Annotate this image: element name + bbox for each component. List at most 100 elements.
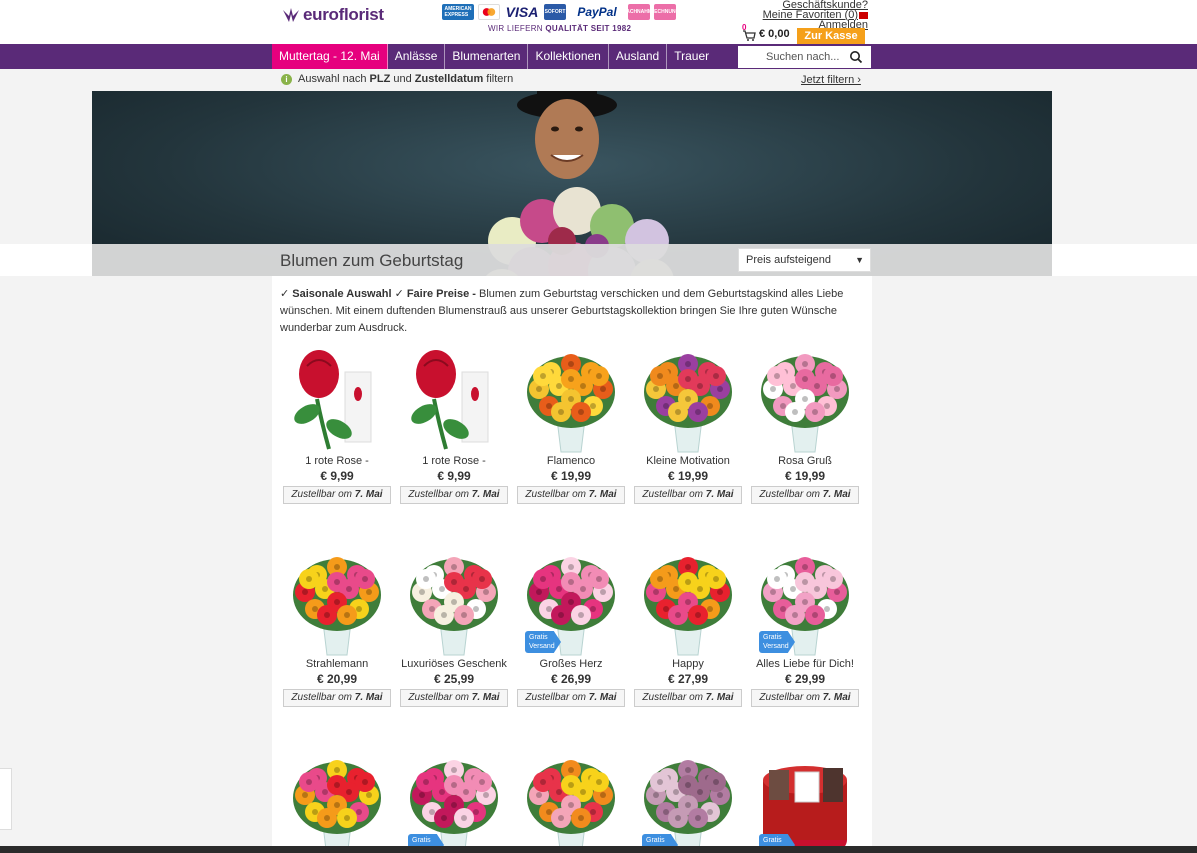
paypal-icon: PayPal xyxy=(577,5,617,19)
free-shipping-badge: Gratis Versand xyxy=(759,631,795,653)
chevron-down-icon: ▼ xyxy=(855,255,864,265)
product-name[interactable]: 1 rote Rose - xyxy=(399,454,509,468)
product-price: € 25,99 xyxy=(433,672,475,686)
nav-item-ausland[interactable]: Ausland xyxy=(609,44,668,69)
product-card[interactable]: Gratis xyxy=(633,750,743,853)
delivery-date-box: Zustellbar om 7. Mai xyxy=(634,486,742,504)
nav-item-muttertag[interactable]: Muttertag - 12. Mai xyxy=(272,44,388,69)
nav-item-anlaesse[interactable]: Anlässe xyxy=(388,44,446,69)
product-name[interactable]: Strahlemann xyxy=(282,657,392,671)
bottom-status-bar xyxy=(0,846,1197,853)
product-card[interactable]: Kleine Motivation € 19,99 Zustellbar om 7.… xyxy=(633,344,743,504)
cart[interactable]: 0 € 0,00 xyxy=(742,23,790,41)
product-card[interactable]: 1 rote Rose - € 9,99 Zustellbar om 7. Mai xyxy=(282,344,392,504)
product-price: € 19,99 xyxy=(784,469,826,483)
product-image[interactable] xyxy=(755,344,855,454)
delivery-date-box: Zustellbar om 7. Mai xyxy=(517,689,625,707)
product-listing: ✓ Saisonale Auswahl ✓ Faire Preise - Blu… xyxy=(272,276,872,853)
nachnahme-icon: NACHNAHME xyxy=(623,4,655,20)
product-name[interactable]: 1 rote Rose - xyxy=(282,454,392,468)
product-name[interactable]: Rosa Gruß xyxy=(750,454,860,468)
hero-band-left xyxy=(0,244,92,276)
page: euroflorist AMERICAN EXPRESS VISA SOFORT… xyxy=(0,0,1197,853)
product-image-orange xyxy=(527,354,615,453)
product-card[interactable]: Gratis xyxy=(399,750,509,853)
product-name[interactable]: Kleine Motivation xyxy=(633,454,743,468)
search-icon[interactable] xyxy=(848,49,864,65)
account-links: Geschäftskunde? Meine Favoriten (0) Anme… xyxy=(752,0,868,31)
hero-band-right xyxy=(1052,244,1197,276)
uk-flag-icon[interactable] xyxy=(859,11,868,19)
product-image[interactable]: Gratis Versand xyxy=(755,547,855,657)
delivery-date-box: Zustellbar om 7. Mai xyxy=(283,689,391,707)
main-nav: Muttertag - 12. Mai Anlässe Blumenarten … xyxy=(0,44,1197,69)
nav-item-blumenarten[interactable]: Blumenarten xyxy=(445,44,529,69)
product-name[interactable]: Luxuriöses Geschenk xyxy=(399,657,509,671)
delivery-date-box: Zustellbar om 7. Mai xyxy=(751,689,859,707)
product-image-happy xyxy=(644,557,732,656)
free-shipping-badge: Gratis Versand xyxy=(525,631,561,653)
delivery-date-box: Zustellbar om 7. Mai xyxy=(634,689,742,707)
cart-icon: 0 xyxy=(742,23,756,41)
product-card[interactable]: Gratis Versand Großes Herz € 26,99 Zustellba… xyxy=(516,547,626,707)
product-name[interactable]: Happy xyxy=(633,657,743,671)
nav-item-kollektionen[interactable]: Kollektionen xyxy=(528,44,609,69)
product-image-luxury xyxy=(410,557,498,656)
amex-icon: AMERICAN EXPRESS xyxy=(442,4,474,20)
product-card[interactable] xyxy=(516,750,626,853)
product-price: € 19,99 xyxy=(550,469,592,483)
delivery-date-box: Zustellbar om 7. Mai xyxy=(517,486,625,504)
filter-info: i Auswahl nach PLZ und Zustelldatum filt… xyxy=(281,73,513,85)
rechnung-icon: RECHNUNG xyxy=(651,4,679,20)
sort-select[interactable]: Preis aufsteigend ▼ xyxy=(738,248,871,272)
filter-now-link[interactable]: Jetzt filtern › xyxy=(801,74,861,86)
product-price: € 20,99 xyxy=(316,672,358,686)
product-image[interactable]: Gratis Versand xyxy=(521,547,621,657)
logo-text: euroflorist xyxy=(303,5,384,24)
cart-total: € 0,00 xyxy=(759,28,790,40)
product-image[interactable] xyxy=(404,547,504,657)
product-price: € 9,99 xyxy=(437,469,471,483)
payment-methods: AMERICAN EXPRESS VISA SOFORT PayPal NACH… xyxy=(442,4,679,20)
product-card[interactable]: Gratis Versand Alles Liebe für Dich! € 29,9… xyxy=(750,547,860,707)
product-card[interactable]: Flamenco € 19,99 Zustellbar om 7. Mai xyxy=(516,344,626,504)
product-name[interactable]: Großes Herz xyxy=(516,657,626,671)
product-card[interactable]: 1 rote Rose - € 9,99 Zustellbar om 7. Mai xyxy=(399,344,509,504)
product-card[interactable]: Gratis xyxy=(750,750,860,853)
checkout-button[interactable]: Zur Kasse xyxy=(797,28,865,44)
product-name[interactable]: Flamenco xyxy=(516,454,626,468)
nav-item-trauer[interactable]: Trauer xyxy=(667,44,716,69)
product-image[interactable] xyxy=(404,344,504,454)
product-price: € 29,99 xyxy=(784,672,826,686)
product-image[interactable]: Gratis xyxy=(755,750,855,853)
product-image-rose xyxy=(411,350,489,450)
side-feedback-tab[interactable] xyxy=(0,768,12,830)
search-box xyxy=(738,46,871,68)
tagline: WIR LIEFERN QUALITÄT SEIT 1982 xyxy=(488,24,632,33)
product-image[interactable]: Gratis xyxy=(404,750,504,853)
product-image[interactable] xyxy=(287,750,387,853)
delivery-date-box: Zustellbar om 7. Mai xyxy=(283,486,391,504)
product-image[interactable]: Gratis xyxy=(638,750,738,853)
product-image[interactable] xyxy=(638,344,738,454)
product-name[interactable]: Alles Liebe für Dich! xyxy=(750,657,860,671)
product-price: € 26,99 xyxy=(550,672,592,686)
product-card[interactable] xyxy=(282,750,392,853)
product-card[interactable]: Rosa Gruß € 19,99 Zustellbar om 7. Mai xyxy=(750,344,860,504)
product-image[interactable] xyxy=(521,750,621,853)
product-image-rose xyxy=(294,350,372,450)
euroflorist-logo-icon xyxy=(283,8,299,22)
product-image-gerbera xyxy=(293,760,381,853)
product-image[interactable] xyxy=(521,344,621,454)
title-band xyxy=(92,244,1052,276)
logo[interactable]: euroflorist xyxy=(281,5,384,25)
product-image[interactable] xyxy=(638,547,738,657)
product-card[interactable]: Luxuriöses Geschenk € 25,99 Zustellbar om … xyxy=(399,547,509,707)
top-header: euroflorist AMERICAN EXPRESS VISA SOFORT… xyxy=(0,0,1197,44)
product-image[interactable] xyxy=(287,344,387,454)
product-image-lilies xyxy=(527,760,615,853)
product-image[interactable] xyxy=(287,547,387,657)
product-card[interactable]: Happy € 27,99 Zustellbar om 7. Mai xyxy=(633,547,743,707)
search-input[interactable] xyxy=(738,47,848,67)
product-card[interactable]: Strahlemann € 20,99 Zustellbar om 7. Mai xyxy=(282,547,392,707)
